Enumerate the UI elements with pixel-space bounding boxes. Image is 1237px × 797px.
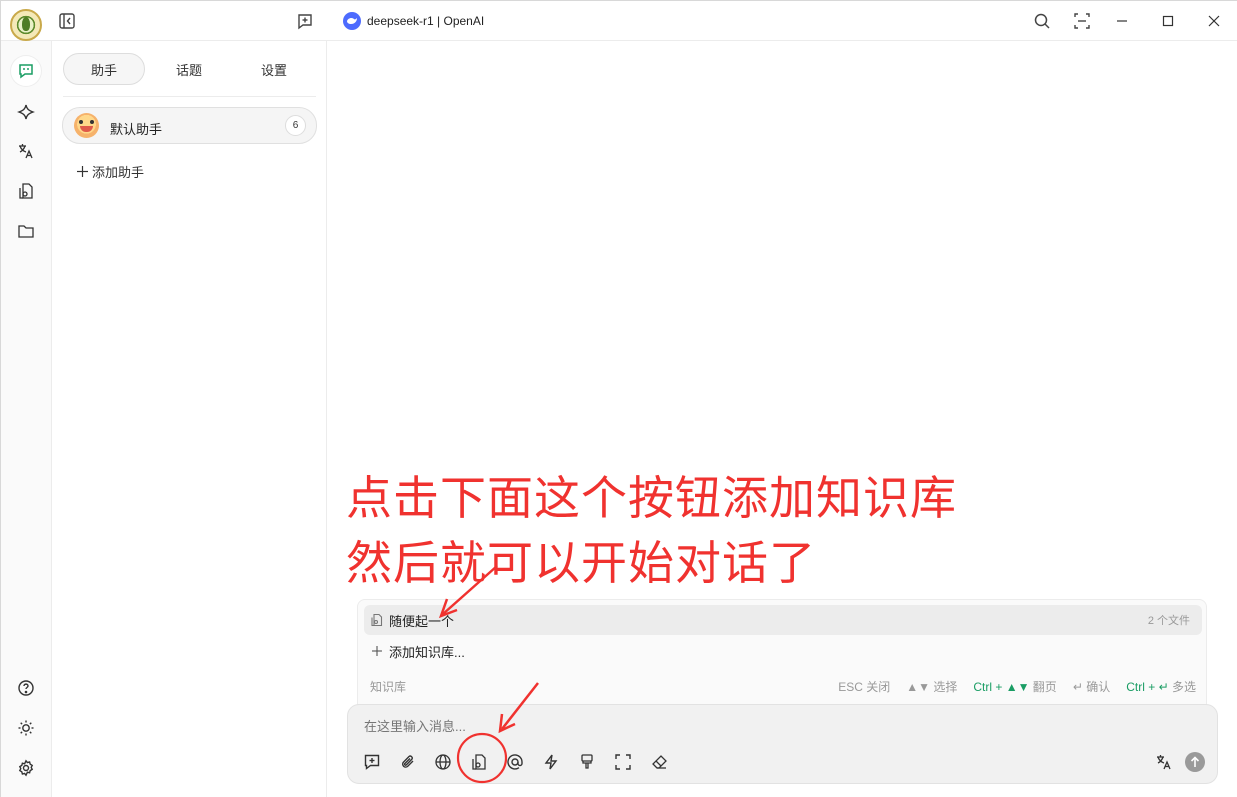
- knowledge-popup-title: 知识库: [370, 680, 407, 694]
- new-topic-icon[interactable]: [361, 751, 383, 773]
- toggle-sidebar-icon[interactable]: [57, 11, 77, 31]
- shortcut-select: ▲▼ 选择: [906, 680, 958, 694]
- message-input[interactable]: [364, 719, 1184, 734]
- send-icon: [1190, 756, 1200, 767]
- shortcut-close: ESC 关闭: [838, 680, 891, 694]
- sidebar-tabs: 助手 话题 设置: [63, 53, 316, 85]
- knowledge-file-count: 2 个文件: [1147, 615, 1190, 627]
- expand-icon[interactable]: [612, 751, 634, 773]
- brush-icon[interactable]: [576, 751, 598, 773]
- tabs-divider: [63, 96, 316, 97]
- folder-icon[interactable]: [13, 218, 39, 244]
- assistant-name: 默认助手: [110, 122, 163, 137]
- assistant-item-default[interactable]: 默认助手 6: [62, 107, 317, 144]
- tab-topics[interactable]: 话题: [148, 53, 230, 85]
- translate-icon[interactable]: [1153, 751, 1175, 773]
- assistant-avatar: [74, 113, 99, 138]
- quick-phrase-icon[interactable]: [540, 751, 562, 773]
- close-button[interactable]: [1203, 11, 1225, 31]
- chat-icon[interactable]: [11, 56, 41, 86]
- theme-icon[interactable]: [13, 715, 39, 741]
- plus-icon: [370, 644, 384, 658]
- tab-assistants[interactable]: 助手: [63, 53, 145, 85]
- web-search-icon[interactable]: [432, 751, 454, 773]
- eraser-icon[interactable]: [648, 751, 670, 773]
- sparkle-icon[interactable]: [13, 99, 39, 125]
- minimize-button[interactable]: [1111, 11, 1133, 31]
- topic-count-badge: 6: [285, 115, 306, 136]
- attachment-icon[interactable]: [397, 751, 419, 773]
- deepseek-model-icon[interactable]: [343, 12, 361, 30]
- shortcut-multiselect: Ctrl + ↵ 多选: [1126, 680, 1196, 694]
- app-logo-icon: [10, 9, 42, 41]
- settings-icon[interactable]: [13, 755, 39, 781]
- knowledge-file-icon: [370, 613, 384, 627]
- send-button[interactable]: [1185, 752, 1205, 772]
- shortcut-page: Ctrl + ▲▼ 翻页: [973, 680, 1057, 694]
- layout-icon[interactable]: [1072, 11, 1092, 31]
- assistant-sidebar: 助手 话题 设置 默认助手 6 添加助手: [52, 41, 327, 797]
- knowledge-base-item[interactable]: 随便起一个 2 个文件: [364, 605, 1202, 635]
- add-assistant-button[interactable]: 添加助手: [76, 162, 144, 181]
- knowledge-base-icon[interactable]: [468, 751, 490, 773]
- shortcut-confirm: ↵ 确认: [1072, 680, 1111, 694]
- model-selector[interactable]: deepseek-r1 | OpenAI: [367, 14, 484, 28]
- title-bar: deepseek-r1 | OpenAI: [1, 1, 1237, 41]
- annotation-line-1: 点击下面这个按钮添加知识库: [346, 471, 957, 525]
- plus-icon: [76, 165, 89, 178]
- left-nav: [1, 41, 52, 797]
- maximize-button[interactable]: [1157, 11, 1179, 31]
- app-window: deepseek-r1 | OpenAI 助手 话题 设置 默认助手 6 添加助…: [0, 0, 1237, 797]
- shortcut-hints: ESC 关闭 ▲▼ 选择 Ctrl + ▲▼ 翻页 ↵ 确认 Ctrl + ↵ …: [838, 678, 1196, 695]
- knowledge-icon[interactable]: [13, 178, 39, 204]
- mention-icon[interactable]: [504, 751, 526, 773]
- search-icon[interactable]: [1032, 11, 1052, 31]
- knowledge-base-name: 随便起一个: [389, 613, 455, 629]
- new-topic-icon[interactable]: [295, 11, 315, 31]
- help-icon[interactable]: [13, 675, 39, 701]
- annotation-line-2: 然后就可以开始对话了: [346, 536, 816, 590]
- knowledge-base-popup: 随便起一个 2 个文件 添加知识库... 知识库 ESC 关闭 ▲▼ 选择 Ct…: [357, 599, 1207, 705]
- tab-settings[interactable]: 设置: [233, 53, 315, 85]
- add-assistant-label: 添加助手: [92, 165, 145, 180]
- message-input-box: [347, 704, 1218, 784]
- translate-icon[interactable]: [13, 138, 39, 164]
- add-knowledge-base-label: 添加知识库...: [389, 644, 465, 660]
- add-knowledge-base-item[interactable]: 添加知识库...: [364, 636, 1202, 666]
